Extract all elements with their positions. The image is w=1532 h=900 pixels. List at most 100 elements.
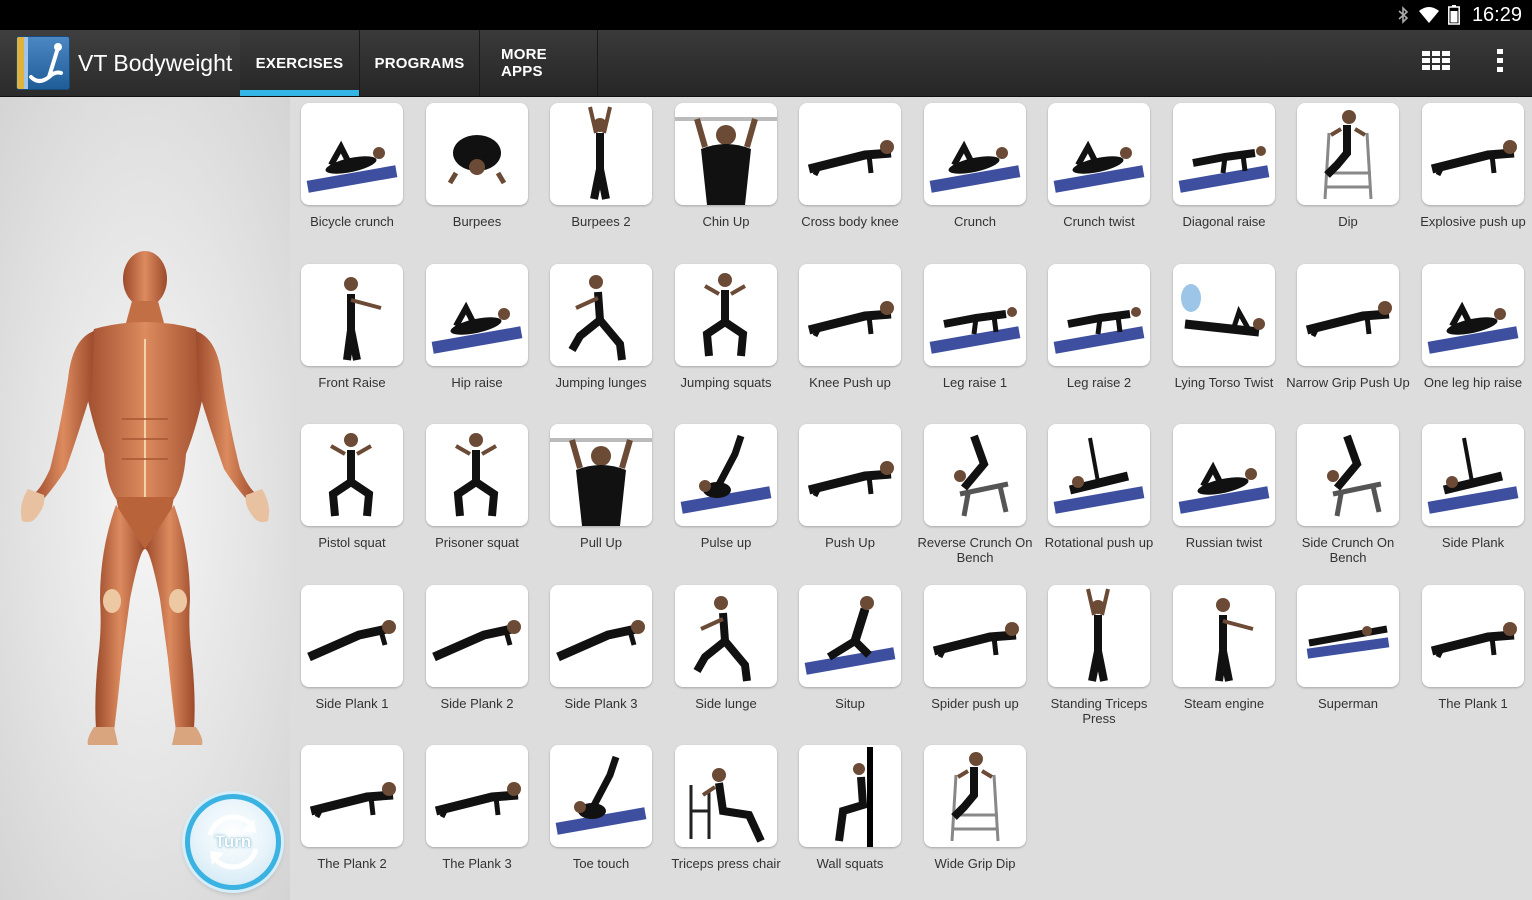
exercise-tile-cross-body-knee[interactable]: Cross body knee <box>788 103 912 229</box>
exercise-label: Pulse up <box>700 535 752 550</box>
exercise-thumbnail <box>1173 424 1275 526</box>
exercise-thumbnail <box>924 103 1026 205</box>
exercise-tile-steam-engine[interactable]: Steam engine <box>1162 585 1286 711</box>
exercise-label: Wall squats <box>816 856 884 871</box>
exercise-thumbnail <box>550 103 652 205</box>
exercise-tile-the-plank-1[interactable]: The Plank 1 <box>1411 585 1532 711</box>
exercise-label: Toe touch <box>572 856 630 871</box>
exercise-label: Front Raise <box>318 375 386 390</box>
exercise-tile-lying-torso-twist[interactable]: Lying Torso Twist <box>1162 264 1286 390</box>
exercise-tile-superman[interactable]: Superman <box>1286 585 1410 711</box>
exercise-tile-leg-raise-1[interactable]: Leg raise 1 <box>913 264 1037 390</box>
exercise-label: Spider push up <box>931 696 1019 711</box>
exercise-thumbnail <box>924 424 1026 526</box>
exercise-tile-dip[interactable]: Dip <box>1286 103 1410 229</box>
exercise-tile-wide-grip-dip[interactable]: Wide Grip Dip <box>913 745 1037 871</box>
exercise-tile-burpees[interactable]: Burpees <box>415 103 539 229</box>
exercise-thumbnail <box>426 424 528 526</box>
exercise-tile-reverse-crunch-on-bench[interactable]: Reverse Crunch On Bench <box>913 424 1037 565</box>
exercise-tile-the-plank-3[interactable]: The Plank 3 <box>415 745 539 871</box>
exercise-tile-one-leg-hip-raise[interactable]: One leg hip raise <box>1411 264 1532 390</box>
exercise-label: Side Crunch On Bench <box>1301 535 1395 565</box>
exercise-label: Cross body knee <box>801 214 899 229</box>
exercise-thumbnail <box>1048 103 1150 205</box>
exercise-thumbnail <box>1173 103 1275 205</box>
exercise-tile-bicycle-crunch[interactable]: Bicycle crunch <box>290 103 414 229</box>
tab-programs[interactable]: PROGRAMS <box>360 30 480 96</box>
exercise-thumbnail <box>1297 585 1399 687</box>
exercise-tile-crunch-twist[interactable]: Crunch twist <box>1037 103 1161 229</box>
exercise-tile-crunch[interactable]: Crunch <box>913 103 1037 229</box>
exercise-label: Lying Torso Twist <box>1174 375 1274 390</box>
exercise-tile-narrow-grip-push-up[interactable]: Narrow Grip Push Up <box>1286 264 1410 390</box>
exercise-tile-burpees-2[interactable]: Burpees 2 <box>539 103 663 229</box>
exercise-label: Knee Push up <box>809 375 891 390</box>
exercise-tile-front-raise[interactable]: Front Raise <box>290 264 414 390</box>
exercise-thumbnail <box>799 103 901 205</box>
exercise-tile-knee-push-up[interactable]: Knee Push up <box>788 264 912 390</box>
exercise-tile-side-plank-1[interactable]: Side Plank 1 <box>290 585 414 711</box>
grid-view-icon <box>1422 50 1450 76</box>
exercise-tile-side-plank-3[interactable]: Side Plank 3 <box>539 585 663 711</box>
action-bar-spacer <box>598 30 1404 96</box>
exercise-label: Triceps press chair <box>671 856 781 871</box>
exercise-tile-push-up[interactable]: Push Up <box>788 424 912 550</box>
exercise-tile-side-plank-2[interactable]: Side Plank 2 <box>415 585 539 711</box>
exercise-label: Leg raise 1 <box>942 375 1008 390</box>
exercise-tile-jumping-lunges[interactable]: Jumping lunges <box>539 264 663 390</box>
muscle-anatomy-figure[interactable] <box>14 249 276 754</box>
exercise-tile-explosive-push-up[interactable]: Explosive push up <box>1411 103 1532 229</box>
exercise-tile-pulse-up[interactable]: Pulse up <box>664 424 788 550</box>
exercise-tile-wall-squats[interactable]: Wall squats <box>788 745 912 871</box>
exercise-label: Jumping lunges <box>555 375 647 390</box>
exercise-label: Side lunge <box>695 696 757 711</box>
grid-view-button[interactable] <box>1404 30 1468 96</box>
exercise-tile-rotational-push-up[interactable]: Rotational push up <box>1037 424 1161 550</box>
exercise-thumbnail <box>550 264 652 366</box>
exercise-tile-triceps-press-chair[interactable]: Triceps press chair <box>664 745 788 871</box>
exercise-tile-chin-up[interactable]: Chin Up <box>664 103 788 229</box>
exercise-thumbnail <box>1422 264 1524 366</box>
exercise-tile-toe-touch[interactable]: Toe touch <box>539 745 663 871</box>
exercise-label: The Plank 3 <box>442 856 512 871</box>
tab-more-apps[interactable]: MORE APPS <box>480 30 598 96</box>
exercise-label: Diagonal raise <box>1182 214 1266 229</box>
exercise-label: Side Plank 3 <box>564 696 638 711</box>
exercise-tile-prisoner-squat[interactable]: Prisoner squat <box>415 424 539 550</box>
exercise-thumbnail <box>924 264 1026 366</box>
exercise-tile-the-plank-2[interactable]: The Plank 2 <box>290 745 414 871</box>
exercise-thumbnail <box>301 745 403 847</box>
exercise-tile-jumping-squats[interactable]: Jumping squats <box>664 264 788 390</box>
exercise-tile-russian-twist[interactable]: Russian twist <box>1162 424 1286 550</box>
overflow-menu-icon <box>1496 48 1504 78</box>
exercise-tile-hip-raise[interactable]: Hip raise <box>415 264 539 390</box>
exercise-thumbnail <box>301 424 403 526</box>
exercise-label: Burpees <box>452 214 502 229</box>
exercise-label: Pistol squat <box>318 535 386 550</box>
exercise-thumbnail <box>1173 264 1275 366</box>
exercise-tile-standing-triceps-press[interactable]: Standing Triceps Press <box>1037 585 1161 726</box>
exercise-label: Burpees 2 <box>571 214 631 229</box>
exercise-tile-side-crunch-on-bench[interactable]: Side Crunch On Bench <box>1286 424 1410 565</box>
exercise-tile-situp[interactable]: Situp <box>788 585 912 711</box>
exercise-tile-diagonal-raise[interactable]: Diagonal raise <box>1162 103 1286 229</box>
exercise-thumbnail <box>1048 585 1150 687</box>
exercise-tile-side-lunge[interactable]: Side lunge <box>664 585 788 711</box>
exercise-label: Standing Triceps Press <box>1050 696 1148 726</box>
exercise-label: Superman <box>1318 696 1378 711</box>
turn-body-button[interactable]: Turn <box>185 794 281 890</box>
exercise-thumbnail <box>799 585 901 687</box>
exercise-tile-side-plank[interactable]: Side Plank <box>1411 424 1532 550</box>
exercise-tile-pull-up[interactable]: Pull Up <box>539 424 663 550</box>
overflow-menu-button[interactable] <box>1468 30 1532 96</box>
exercise-tile-leg-raise-2[interactable]: Leg raise 2 <box>1037 264 1161 390</box>
app-brand[interactable]: VT Bodyweight <box>0 30 240 96</box>
muscle-map-panel: Turn <box>0 97 290 900</box>
exercise-label: Russian twist <box>1185 535 1263 550</box>
exercise-label: The Plank 1 <box>1438 696 1508 711</box>
exercise-thumbnail <box>426 585 528 687</box>
exercise-thumbnail <box>301 585 403 687</box>
tab-exercises[interactable]: EXERCISES <box>240 30 360 96</box>
exercise-tile-pistol-squat[interactable]: Pistol squat <box>290 424 414 550</box>
exercise-tile-spider-push-up[interactable]: Spider push up <box>913 585 1037 711</box>
